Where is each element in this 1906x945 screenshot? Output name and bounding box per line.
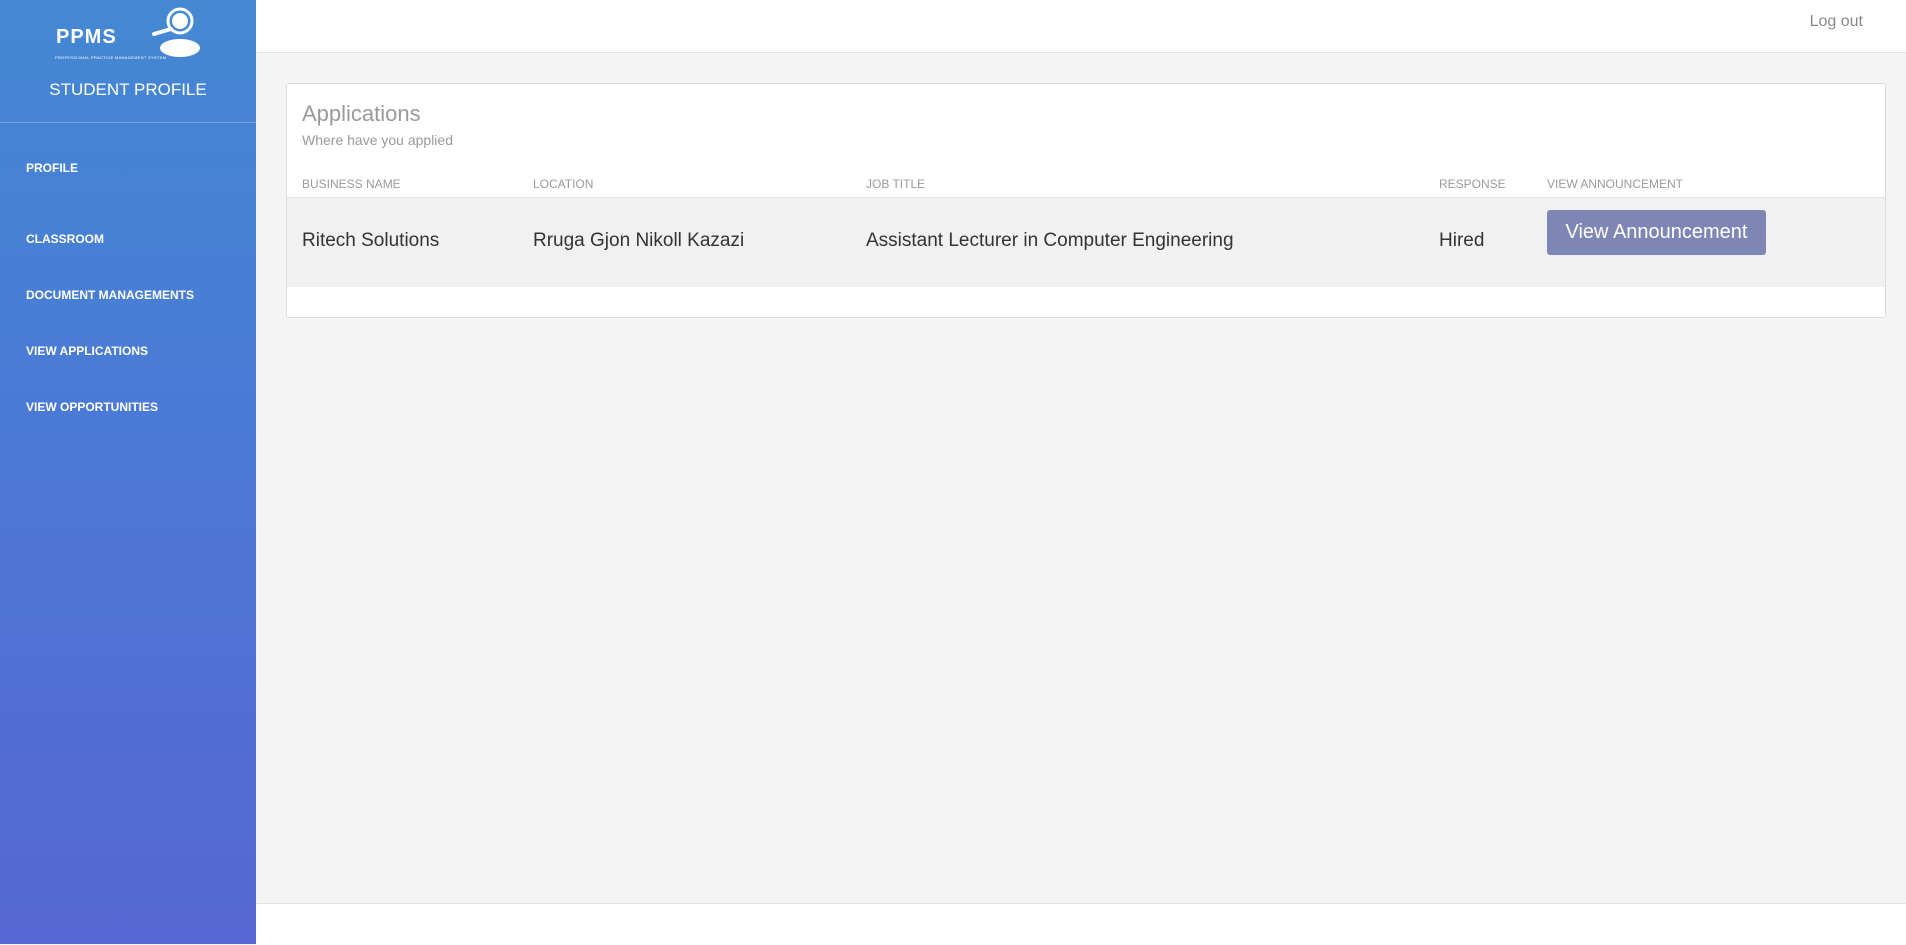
sidebar-title: STUDENT PROFILE [49,80,207,99]
table-row: Ritech Solutions Rruga Gjon Nikoll Kazaz… [287,197,1885,287]
sidebar-item-classroom[interactable]: CLASSROOM [26,232,104,246]
sidebar-item-view-opportunities[interactable]: VIEW OPPORTUNITIES [26,400,158,414]
logo-text: PPMS [56,26,117,48]
footer [256,903,1906,945]
column-header-location: LOCATION [533,177,594,191]
column-header-business-name: BUSINESS NAME [302,177,401,191]
sidebar-item-view-applications[interactable]: VIEW APPLICATIONS [26,344,148,358]
column-header-response: RESPONSE [1439,177,1506,191]
sidebar-item-profile[interactable]: PROFILE [26,161,78,175]
card-title: Applications [302,101,421,126]
person-search-icon [152,7,200,57]
cell-response: Hired [1439,230,1485,251]
top-bar: Log out [256,0,1906,53]
logout-link[interactable]: Log out [1810,13,1863,31]
column-header-job-title: JOB TITLE [866,177,926,191]
card-subtitle: Where have you applied [302,132,453,148]
sidebar: PPMS PROFESSIONAL PRACTICE MANAGEMENT SY… [0,0,256,944]
column-header-view-announcement: VIEW ANNOUNCEMENT [1547,177,1684,191]
applications-card: Applications Where have you applied BUSI… [286,83,1886,318]
cell-business-name: Ritech Solutions [302,230,440,251]
sidebar-item-document-managements[interactable]: DOCUMENT MANAGEMENTS [26,288,194,302]
sidebar-header: PPMS PROFESSIONAL PRACTICE MANAGEMENT SY… [0,0,256,123]
cell-job-title: Assistant Lecturer in Computer Engineeri… [866,230,1234,251]
cell-location: Rruga Gjon Nikoll Kazazi [533,230,745,251]
view-announcement-button[interactable]: View Announcement [1547,210,1766,255]
ppms-logo[interactable]: PPMS PROFESSIONAL PRACTICE MANAGEMENT SY… [52,4,202,64]
